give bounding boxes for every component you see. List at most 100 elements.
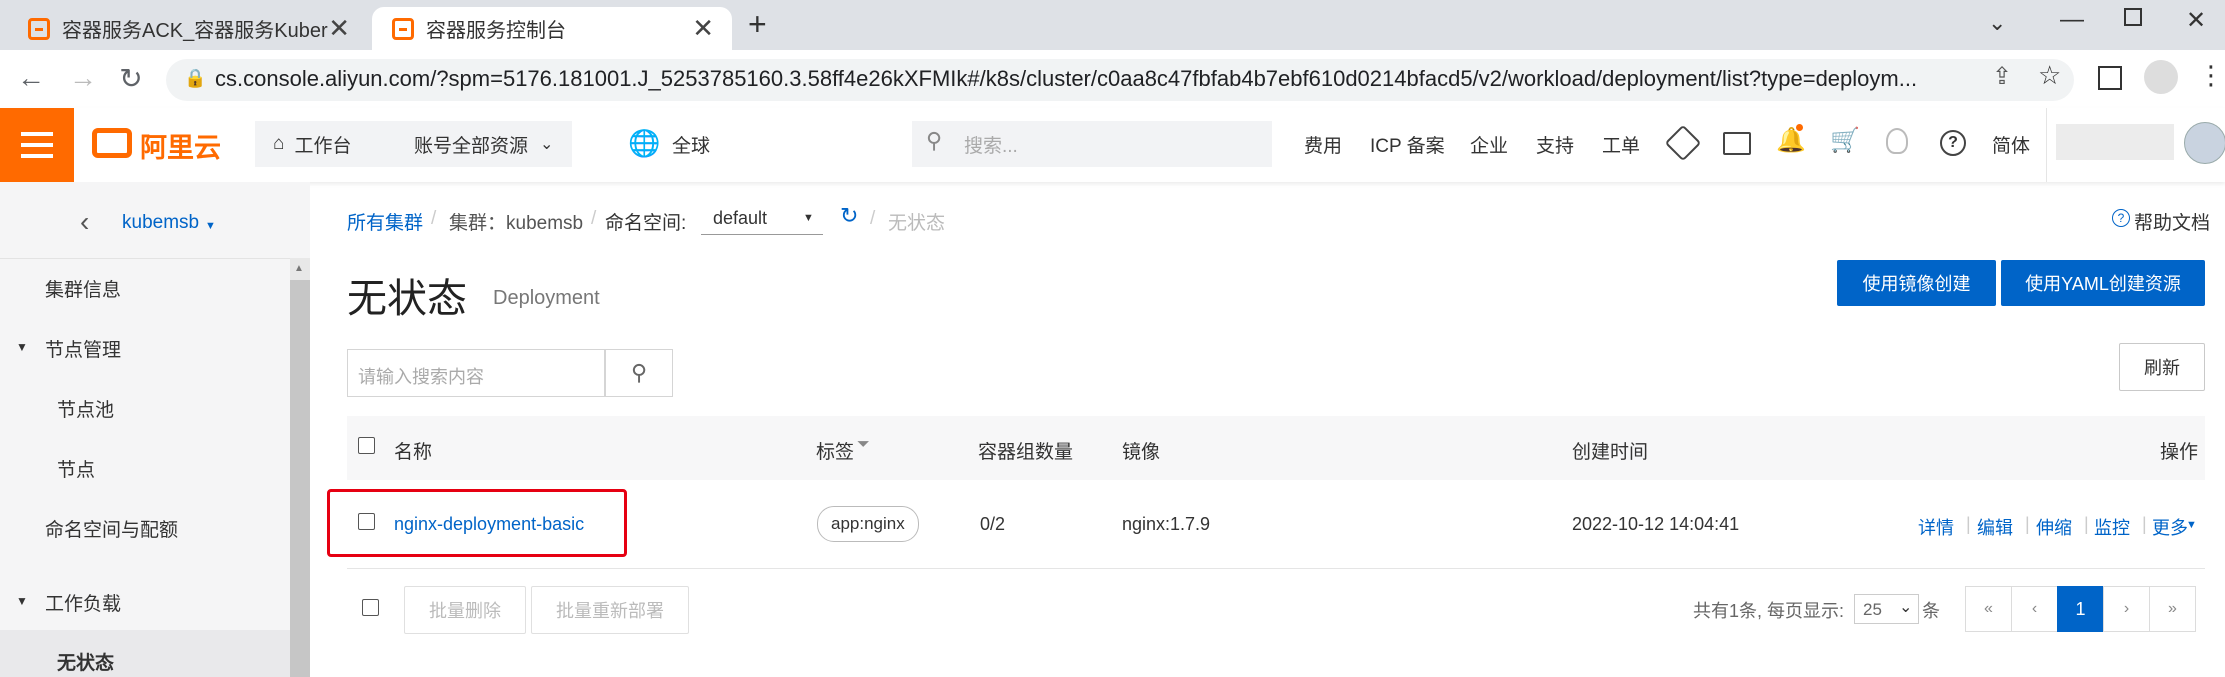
home-icon: ⌂	[273, 133, 285, 154]
first-page-button[interactable]: «	[1965, 586, 2012, 632]
browser-tab-console[interactable]: 容器服务控制台 ✕	[372, 7, 732, 50]
browser-tab-ack[interactable]: 容器服务ACK_容器服务Kubernetes版 ✕	[8, 7, 368, 50]
filter-icon[interactable]: ⏷	[857, 436, 870, 454]
caret-down-icon: ▼	[803, 212, 814, 224]
workbench-button[interactable]: ⌂ 工作台	[255, 121, 398, 167]
url-text[interactable]: cs.console.aliyun.com/?spm=5176.181001.J…	[215, 66, 1975, 92]
close-icon[interactable]: ✕	[692, 13, 714, 44]
restore-icon[interactable]	[2124, 8, 2142, 26]
sidebar-item-nodes[interactable]: 节点	[57, 455, 95, 482]
sidebar-item-node-management[interactable]: 节点管理	[45, 335, 121, 362]
column-created: 创建时间	[1572, 442, 1649, 463]
sidebar-item-node-pool[interactable]: 节点池	[57, 395, 114, 422]
avatar[interactable]	[2184, 122, 2225, 164]
aliyun-favicon-icon	[392, 17, 414, 40]
bookmark-star-icon[interactable]: ☆	[2038, 60, 2061, 91]
action-scale[interactable]: 伸缩	[2036, 514, 2072, 540]
refresh-icon[interactable]: ↻	[840, 203, 858, 229]
last-page-button[interactable]: »	[2149, 586, 2196, 632]
search-input[interactable]: 请输入搜索内容	[347, 349, 605, 397]
batch-redeploy-button[interactable]: 批量重新部署	[531, 586, 689, 634]
account-name-blurred[interactable]	[2056, 124, 2174, 160]
forward-icon[interactable]: →	[66, 62, 100, 94]
language-switch[interactable]: 简体	[1992, 131, 2030, 158]
lock-icon[interactable]: 🔒	[184, 68, 206, 89]
caret-down-icon: ▼	[16, 594, 28, 608]
caret-down-icon: ▼	[205, 220, 216, 232]
breadcrumb-cluster: 集群：kubemsb	[449, 213, 584, 234]
search-icon: ⚲	[630, 360, 648, 385]
side-panel-icon[interactable]	[2098, 66, 2122, 90]
tab-title: 容器服务ACK_容器服务Kubernetes版	[62, 20, 328, 42]
select-all-checkbox[interactable]	[358, 437, 375, 454]
close-icon[interactable]: ✕	[328, 13, 350, 44]
scroll-up-arrow-icon[interactable]: ▲	[294, 263, 304, 274]
minimize-icon[interactable]: —	[2060, 6, 2084, 34]
nav-support[interactable]: 支持	[1536, 131, 1574, 158]
tab-search-icon[interactable]: ⌄	[1988, 10, 2006, 36]
cart-icon[interactable]: 🛒	[1830, 126, 1860, 155]
tab-title: 容器服务控制台	[426, 20, 566, 42]
sidebar-item-deployments[interactable]: 无状态	[57, 648, 114, 675]
back-icon[interactable]: ←	[14, 62, 48, 94]
breadcrumb-separator: /	[870, 208, 876, 229]
window-close-icon[interactable]: ✕	[2186, 6, 2206, 35]
cluster-switcher[interactable]: kubemsb	[122, 212, 199, 234]
sidebar-item-namespaces[interactable]: 命名空间与配额	[45, 515, 178, 542]
image-name: nginx:1.7.9	[1122, 514, 1211, 534]
sidebar-item-active-bg	[0, 630, 290, 677]
create-from-image-button[interactable]: 使用镜像创建	[1837, 260, 1996, 306]
breadcrumb-all-clusters[interactable]: 所有集群	[347, 208, 423, 235]
help-circle-icon[interactable]: ?	[1940, 130, 1966, 156]
nav-enterprise[interactable]: 企业	[1470, 131, 1508, 158]
notification-dot	[1796, 124, 1803, 131]
nav-icp[interactable]: ICP 备案	[1370, 131, 1445, 158]
breadcrumb-separator: /	[431, 208, 437, 229]
aliyun-logo-icon[interactable]	[92, 128, 132, 158]
column-name: 名称	[394, 442, 433, 463]
footer-select-all-checkbox[interactable]	[362, 599, 379, 616]
refresh-button[interactable]: 刷新	[2119, 343, 2205, 391]
browser-menu-icon[interactable]: ⋮	[2198, 60, 2224, 91]
logo-text[interactable]: 阿里云	[140, 126, 221, 165]
batch-delete-button[interactable]: 批量删除	[404, 586, 526, 634]
table-header	[347, 416, 2205, 480]
sidebar-scroll-thumb[interactable]	[290, 280, 310, 677]
page-1-button[interactable]: 1	[2057, 586, 2104, 632]
column-labels: 标签	[816, 442, 855, 463]
share-icon[interactable]: ⇪	[1992, 62, 2012, 91]
next-page-button[interactable]: ›	[2103, 586, 2150, 632]
sidebar-item-workloads[interactable]: 工作负载	[45, 589, 121, 616]
region-selector[interactable]: 全球	[672, 131, 710, 158]
prev-page-button[interactable]: ‹	[2011, 586, 2058, 632]
menu-hamburger-icon[interactable]	[0, 108, 74, 182]
nav-ticket[interactable]: 工单	[1602, 131, 1640, 158]
new-tab-button[interactable]: +	[748, 6, 767, 43]
action-monitor[interactable]: 监控	[2094, 514, 2130, 540]
column-actions: 操作	[2160, 442, 2199, 463]
action-separator: |	[1966, 514, 1971, 534]
sidebar-item-cluster-info[interactable]: 集群信息	[45, 275, 121, 302]
caret-down-icon: ▼	[2186, 519, 2197, 531]
nav-fees[interactable]: 费用	[1304, 131, 1342, 158]
action-details[interactable]: 详情	[1918, 514, 1954, 540]
page-size-unit: 条	[1922, 601, 1940, 621]
globe-icon[interactable]: 🌐	[628, 128, 660, 159]
help-icon[interactable]: ?	[2112, 209, 2130, 227]
header-divider	[2046, 108, 2047, 182]
chevron-left-icon[interactable]: ‹	[80, 206, 89, 238]
action-more[interactable]: 更多	[2152, 514, 2188, 540]
namespace-select[interactable]: default ▼	[701, 204, 823, 235]
total-count-text: 共有1条, 每页显示:	[1693, 601, 1845, 621]
reload-icon[interactable]: ↻	[114, 62, 148, 95]
page-subtitle: Deployment	[493, 287, 600, 309]
action-edit[interactable]: 编辑	[1977, 514, 2013, 540]
create-from-yaml-button[interactable]: 使用YAML创建资源	[2001, 260, 2205, 306]
terminal-icon[interactable]	[1723, 132, 1751, 155]
help-docs-link[interactable]: 帮助文档	[2134, 208, 2210, 235]
search-button[interactable]: ⚲	[605, 349, 673, 397]
profile-icon[interactable]	[2144, 60, 2178, 94]
bulb-icon[interactable]	[1886, 128, 1908, 154]
page-size-select[interactable]: 25 ⌄	[1854, 594, 1919, 624]
account-resources-dropdown[interactable]: 账号全部资源 ⌄	[396, 121, 572, 167]
